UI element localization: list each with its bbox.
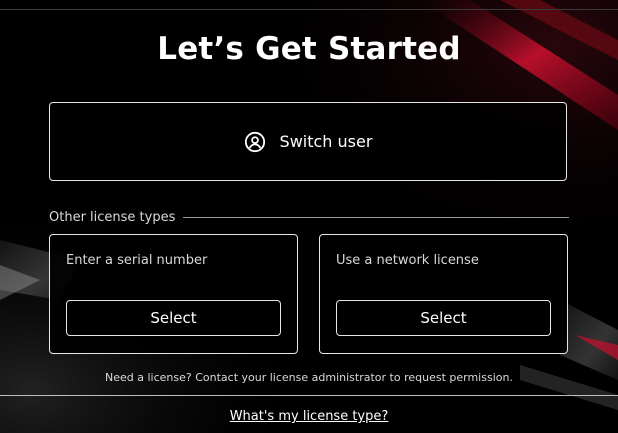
network-license-select-button[interactable]: Select (336, 300, 551, 336)
network-license-card: Use a network license Select (319, 234, 568, 354)
section-divider (183, 216, 569, 218)
other-license-types-header: Other license types (49, 208, 569, 226)
user-circle-icon (244, 131, 265, 152)
switch-user-button[interactable]: Switch user (49, 102, 567, 181)
top-divider (0, 9, 618, 10)
page-title: Let’s Get Started (157, 31, 461, 67)
license-type-link-container: What's my license type? (0, 409, 618, 424)
other-license-types-label: Other license types (49, 209, 176, 225)
serial-number-select-button[interactable]: Select (66, 300, 281, 336)
serial-number-card: Enter a serial number Select (49, 234, 298, 354)
need-license-text: Need a license? Contact your license adm… (105, 371, 513, 384)
network-license-label: Use a network license (336, 253, 479, 268)
serial-number-label: Enter a serial number (66, 253, 208, 268)
switch-user-label: Switch user (279, 132, 373, 151)
license-start-window: Let’s Get Started Switch user Other lice… (0, 0, 618, 433)
bottom-divider (0, 395, 618, 396)
license-type-link[interactable]: What's my license type? (230, 409, 389, 424)
